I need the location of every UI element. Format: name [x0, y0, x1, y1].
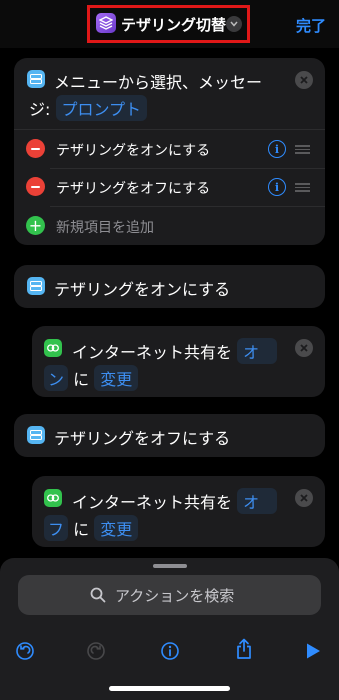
menu-action-title-cont: ジ: プロンプト — [29, 95, 148, 121]
on-value-pill[interactable]: オ — [237, 338, 278, 364]
action-prefix: インターネット共有を — [72, 343, 233, 362]
action-text-cont: フ に 変更 — [44, 515, 139, 541]
remove-action-icon[interactable] — [295, 339, 313, 357]
prompt-variable-pill[interactable]: プロンプト — [55, 95, 148, 121]
info-icon[interactable] — [159, 640, 181, 662]
off-value-pill[interactable]: オ — [237, 488, 278, 514]
off-value-pill-cont[interactable]: フ — [44, 515, 69, 541]
undo-icon[interactable] — [14, 640, 36, 662]
action-prefix: インターネット共有を — [72, 493, 233, 512]
action-text: インターネット共有を オ — [72, 338, 278, 364]
menu-action-icon — [27, 426, 45, 444]
change-operation-pill[interactable]: 変更 — [94, 365, 139, 391]
remove-action-icon[interactable] — [295, 489, 313, 507]
info-icon[interactable]: i — [268, 140, 286, 158]
menu-action-icon — [27, 70, 45, 88]
divider — [14, 129, 325, 130]
change-operation-pill[interactable]: 変更 — [94, 515, 139, 541]
delete-item-icon[interactable] — [26, 139, 45, 158]
shortcut-layers-icon[interactable] — [96, 13, 116, 33]
search-placeholder[interactable]: アクションを検索 — [115, 585, 234, 606]
menu-item-label[interactable]: テザリングをオフにする — [56, 178, 210, 198]
action-text: インターネット共有を オ — [72, 488, 278, 514]
connector-text: に — [73, 520, 90, 539]
sheet-grabber[interactable] — [153, 564, 187, 568]
reorder-handle-icon[interactable] — [295, 183, 310, 192]
connector-text: に — [73, 370, 90, 389]
branch-off-label: テザリングをオフにする — [54, 429, 231, 448]
divider — [50, 168, 325, 169]
on-value-pill-cont[interactable]: ン — [44, 365, 69, 391]
chevron-down-icon[interactable] — [226, 16, 242, 32]
menu-action-title-suffix: ジ: — [29, 100, 51, 119]
remove-action-icon[interactable] — [295, 71, 313, 89]
done-button[interactable]: 完了 — [296, 15, 326, 36]
menu-action-icon — [27, 277, 45, 295]
branch-on-label: テザリングをオンにする — [54, 280, 231, 299]
reorder-handle-icon[interactable] — [295, 145, 310, 154]
search-icon — [88, 585, 108, 605]
add-new-item-button[interactable]: 新規項目を追加 — [56, 217, 154, 237]
menu-item-label[interactable]: テザリングをオンにする — [56, 140, 210, 160]
divider — [50, 206, 325, 207]
play-icon[interactable] — [302, 640, 324, 662]
shortcut-title[interactable]: テザリング切替 — [121, 14, 226, 35]
add-item-icon[interactable]: + — [26, 216, 45, 235]
link-icon — [44, 489, 62, 507]
delete-item-icon[interactable] — [26, 177, 45, 196]
info-icon[interactable]: i — [268, 178, 286, 196]
share-icon[interactable] — [233, 638, 255, 660]
redo-icon[interactable] — [85, 640, 107, 662]
link-icon — [44, 339, 62, 357]
action-text-cont: ン に 変更 — [44, 365, 139, 391]
home-indicator — [109, 686, 230, 691]
menu-action-title: メニューから選択、メッセー — [54, 73, 263, 92]
